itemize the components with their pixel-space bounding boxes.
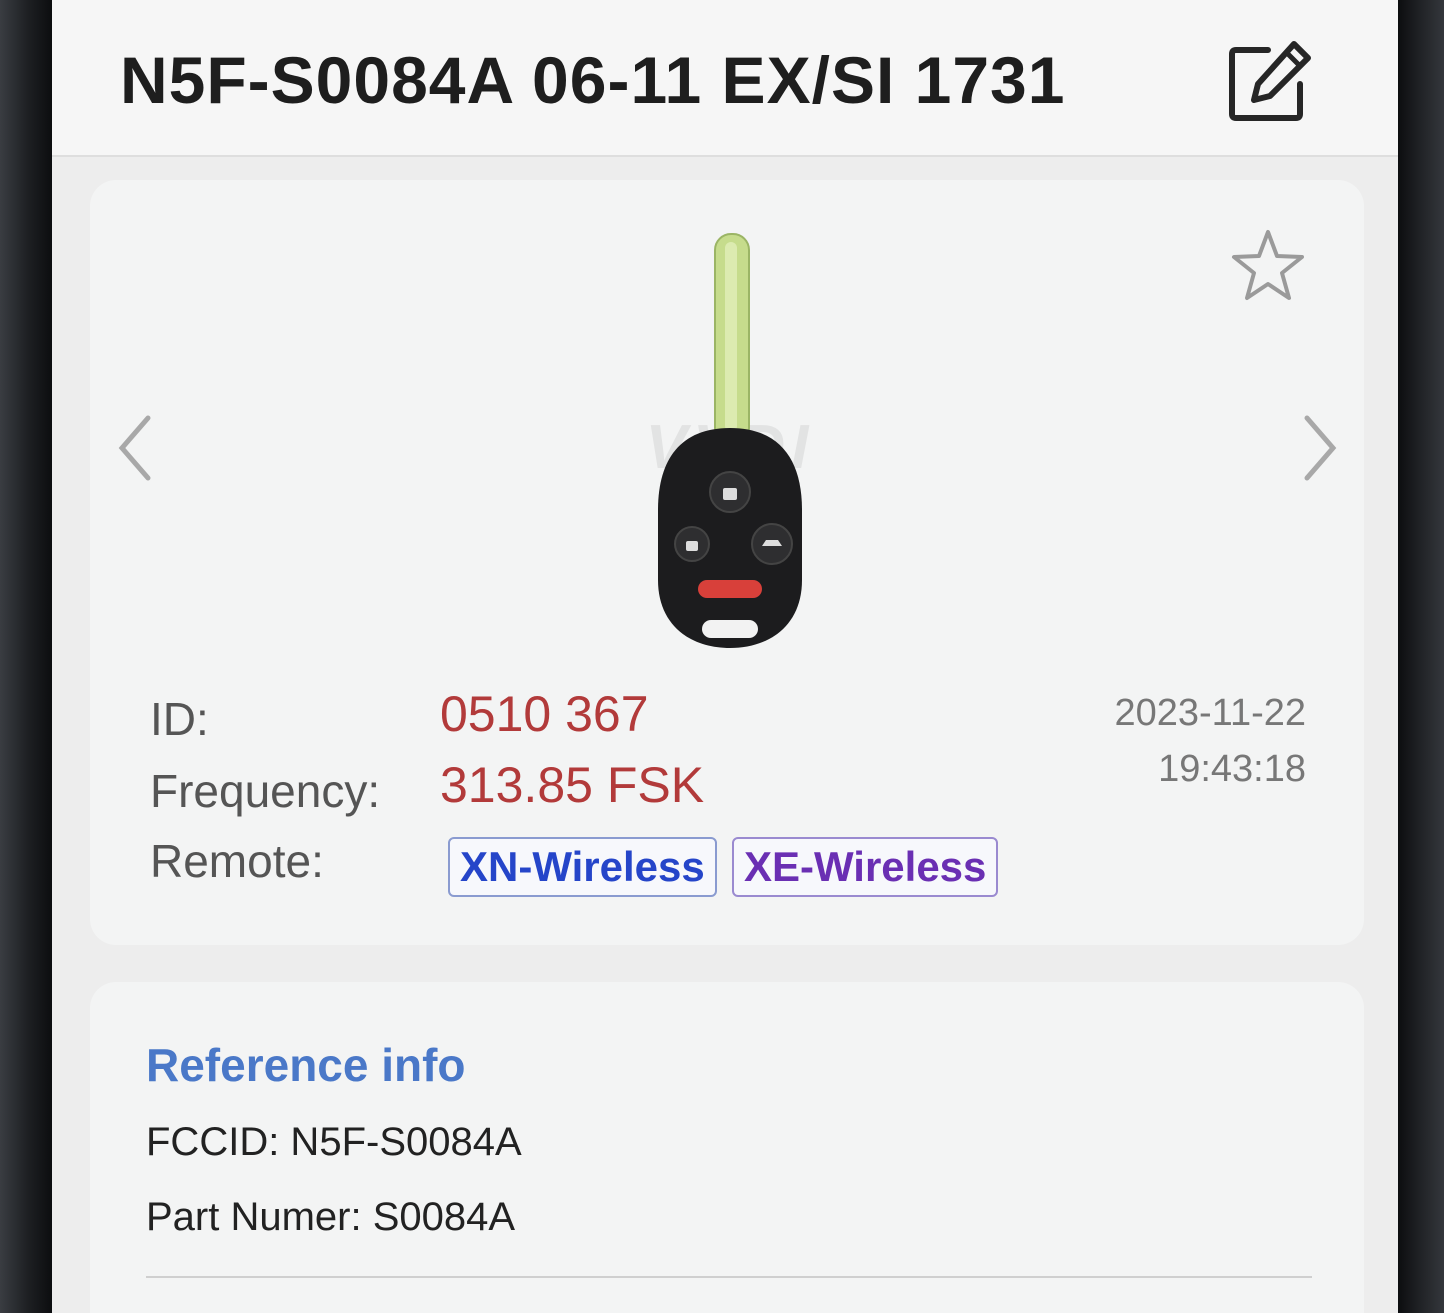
- key-fob-image: [658, 233, 802, 648]
- remote-tag-xe-wireless[interactable]: XE-Wireless: [732, 837, 999, 897]
- key-detail-card: VVDI ID: 0510 367 Frequency: 313.85 FSK …: [90, 180, 1364, 945]
- phone-bezel-right: [1398, 0, 1444, 1313]
- part-number-line: Part Numer: S0084A: [146, 1195, 516, 1239]
- remote-label: Remote:: [150, 835, 324, 887]
- previous-button[interactable]: [110, 408, 160, 488]
- remote-tag-xn-wireless[interactable]: XN-Wireless: [448, 837, 717, 897]
- timestamp-time: 19:43:18: [1158, 748, 1306, 790]
- top-header: N5F-S0084A 06-11 EX/SI 1731: [52, 0, 1398, 157]
- page-title: N5F-S0084A 06-11 EX/SI 1731: [120, 43, 1066, 117]
- chevron-right-icon: [1304, 415, 1337, 481]
- frequency-label: Frequency:: [150, 765, 381, 817]
- phone-bezel-left: [0, 0, 52, 1313]
- timestamp: 2023-11-22 19:43:18: [1114, 685, 1306, 797]
- next-button[interactable]: [1295, 408, 1345, 488]
- timestamp-date: 2023-11-22: [1114, 692, 1306, 734]
- fccid-line: FCCID: N5F-S0084A: [146, 1120, 522, 1164]
- app-screen: N5F-S0084A 06-11 EX/SI 1731 VVDI: [52, 0, 1398, 1313]
- id-label: ID:: [150, 693, 209, 745]
- chevron-left-icon: [118, 415, 151, 481]
- edit-button[interactable]: [1224, 36, 1314, 126]
- edit-icon: [1229, 41, 1311, 121]
- reference-info-card: Reference info FCCID: N5F-S0084A Part Nu…: [90, 982, 1364, 1313]
- star-icon: [1232, 230, 1304, 300]
- id-value: 0510 367: [440, 686, 649, 742]
- frequency-value: 313.85 FSK: [440, 757, 705, 813]
- divider: [146, 1276, 1312, 1278]
- reference-info-title: Reference info: [146, 1039, 466, 1091]
- favorite-button[interactable]: [1228, 226, 1308, 306]
